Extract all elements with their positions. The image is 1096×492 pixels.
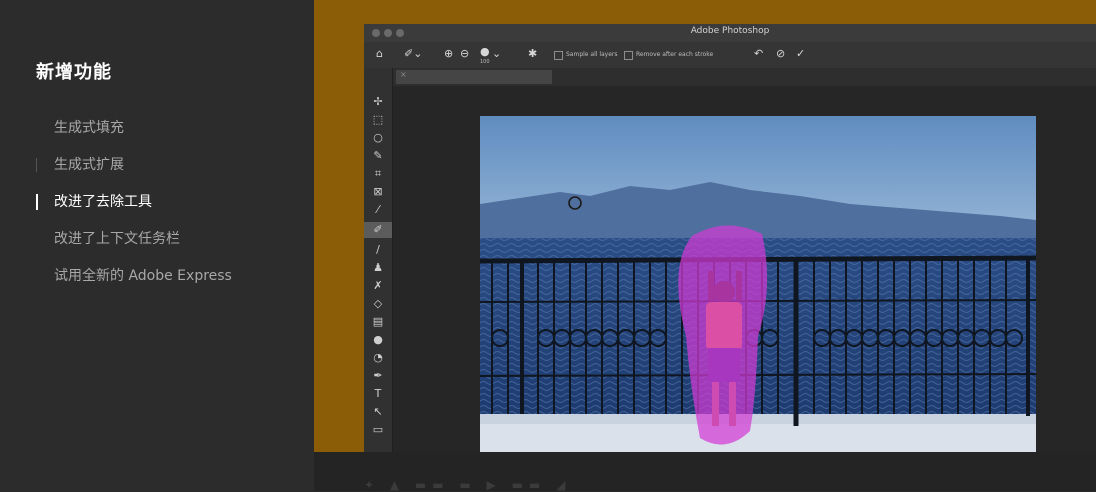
gradient-tool-icon[interactable]: ▤ — [364, 314, 392, 330]
sidebar-item-generative-expand[interactable]: 生成式扩展 — [36, 154, 232, 191]
options-bar: ⌂ ✐⌄ ⊕ ⊖ ● 100 ⌄ ✱ Sample all layers Rem… — [364, 42, 1096, 69]
sidebar-item-contextual-taskbar[interactable]: 改进了上下文任务栏 — [36, 228, 232, 265]
marquee-tool-icon[interactable]: ⬚ — [364, 112, 392, 128]
photoshop-window: Adobe Photoshop ⌂ ✐⌄ ⊕ ⊖ ● 100 ⌄ ✱ Sampl… — [364, 24, 1096, 452]
faded-toolbar-hint: ✦ ▲ ▬▬ ▬ ▶ ▬▬ ◢ — [364, 478, 572, 492]
sample-all-layers-checkbox[interactable] — [554, 51, 563, 60]
brush-subtract-icon[interactable]: ⊖ — [460, 47, 469, 60]
document-tab[interactable] — [396, 70, 552, 84]
undo-icon[interactable]: ↶ — [754, 47, 763, 60]
quick-select-tool-icon[interactable]: ✎ — [364, 148, 392, 164]
remove-after-stroke-checkbox[interactable] — [624, 51, 633, 60]
lasso-tool-icon[interactable]: ○ — [364, 130, 392, 146]
home-icon[interactable]: ⌂ — [376, 47, 383, 60]
history-brush-tool-icon[interactable]: ✗ — [364, 278, 392, 294]
app-title: Adobe Photoshop — [690, 26, 770, 36]
sidebar-item-generative-fill[interactable]: 生成式填充 — [36, 117, 232, 154]
dodge-tool-icon[interactable]: ◔ — [364, 350, 392, 366]
brush-add-icon[interactable]: ⊕ — [444, 47, 453, 60]
sidebar-title: 新增功能 — [36, 62, 112, 83]
remove-tool-icon[interactable]: ✐ — [364, 222, 392, 238]
stamp-tool-icon[interactable]: ♟ — [364, 260, 392, 276]
pen-tool-icon[interactable]: ✒ — [364, 368, 392, 384]
eraser-tool-icon[interactable]: ◇ — [364, 296, 392, 312]
eyedropper-tool-icon[interactable]: ⁄ — [364, 202, 392, 218]
brush-tool-icon[interactable]: / — [364, 242, 392, 258]
gear-icon[interactable]: ✱ — [528, 47, 537, 60]
remove-tool-preset-icon[interactable]: ✐⌄ — [404, 47, 422, 60]
brush-size-value: 100 — [480, 59, 490, 65]
cancel-icon[interactable]: ⊘ — [776, 47, 785, 60]
frame-tool-icon[interactable]: ⊠ — [364, 184, 392, 200]
feature-list: 生成式填充 生成式扩展 改进了去除工具 改进了上下文任务栏 试用全新的 Adob… — [36, 117, 232, 302]
whats-new-sidebar: 新增功能 生成式填充 生成式扩展 改进了去除工具 改进了上下文任务栏 试用全新的… — [0, 0, 314, 491]
move-tool-icon[interactable]: ✢ — [364, 94, 392, 110]
shape-tool-icon[interactable]: ▭ — [364, 422, 392, 438]
image-canvas[interactable] — [480, 116, 1036, 452]
tools-panel: ✢ ⬚ ○ ✎ ⌗ ⊠ ⁄ ✐ / ♟ ✗ ◇ ▤ ● ◔ ✒ T ↖ ▭ — [364, 68, 393, 452]
remove-after-stroke-label: Remove after each stroke — [636, 51, 714, 58]
seaside-photo — [480, 116, 1036, 452]
close-tab-icon[interactable]: × — [400, 70, 407, 79]
commit-checkmark-icon[interactable]: ✓ — [796, 47, 805, 60]
sidebar-item-remove-tool[interactable]: 改进了去除工具 — [36, 191, 232, 228]
window-titlebar: Adobe Photoshop — [364, 24, 1096, 42]
brush-size-chevron-icon[interactable]: ⌄ — [492, 47, 501, 60]
path-select-tool-icon[interactable]: ↖ — [364, 404, 392, 420]
sample-all-layers-label: Sample all layers — [566, 51, 618, 58]
sidebar-item-adobe-express[interactable]: 试用全新的 Adobe Express — [36, 265, 232, 302]
blur-tool-icon[interactable]: ● — [364, 332, 392, 348]
feature-preview: ✦ ▲ ▬▬ ▬ ▶ ▬▬ ◢ Adobe Photoshop ⌂ ✐⌄ ⊕ ⊖… — [314, 0, 1096, 492]
type-tool-icon[interactable]: T — [364, 386, 392, 402]
document-tab-bar: × — [364, 68, 1096, 86]
crop-tool-icon[interactable]: ⌗ — [364, 166, 392, 182]
